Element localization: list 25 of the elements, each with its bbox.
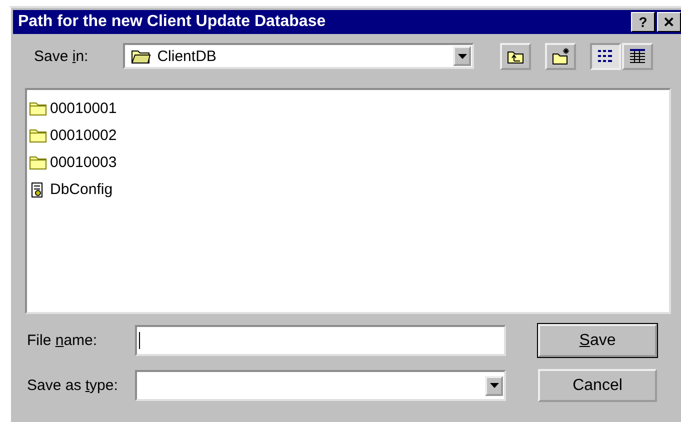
folder-icon bbox=[29, 100, 47, 117]
details-view-icon bbox=[628, 47, 648, 65]
file-item[interactable]: 00010001 bbox=[50, 100, 117, 117]
folder-icon bbox=[29, 127, 47, 144]
up-button[interactable] bbox=[500, 42, 532, 70]
window-title: Path for the new Client Update Database bbox=[18, 13, 326, 31]
close-button[interactable]: ✕ bbox=[657, 12, 681, 32]
save-in-value: ClientDB bbox=[157, 48, 218, 64]
details-button[interactable] bbox=[622, 42, 654, 70]
help-button[interactable]: ? bbox=[631, 12, 655, 32]
file-name-field[interactable] bbox=[135, 325, 506, 356]
folder-icon bbox=[131, 48, 152, 64]
new-folder-icon bbox=[551, 47, 570, 65]
folder-icon bbox=[29, 154, 47, 171]
list-button[interactable] bbox=[590, 42, 622, 70]
file-item[interactable]: 00010002 bbox=[50, 127, 117, 144]
file-item[interactable]: 00010003 bbox=[50, 154, 117, 171]
save-in-label: Save in: bbox=[34, 48, 88, 64]
new-folder-button[interactable] bbox=[545, 42, 576, 70]
file-name-label: File name: bbox=[27, 332, 98, 349]
save-in-dropdown[interactable]: ClientDB bbox=[123, 43, 474, 69]
file-item[interactable]: DbConfig bbox=[50, 181, 113, 198]
cancel-button[interactable]: Cancel bbox=[538, 369, 657, 402]
save-as-type-label: Save as type: bbox=[27, 377, 119, 394]
save-button[interactable]: Save bbox=[538, 324, 657, 357]
